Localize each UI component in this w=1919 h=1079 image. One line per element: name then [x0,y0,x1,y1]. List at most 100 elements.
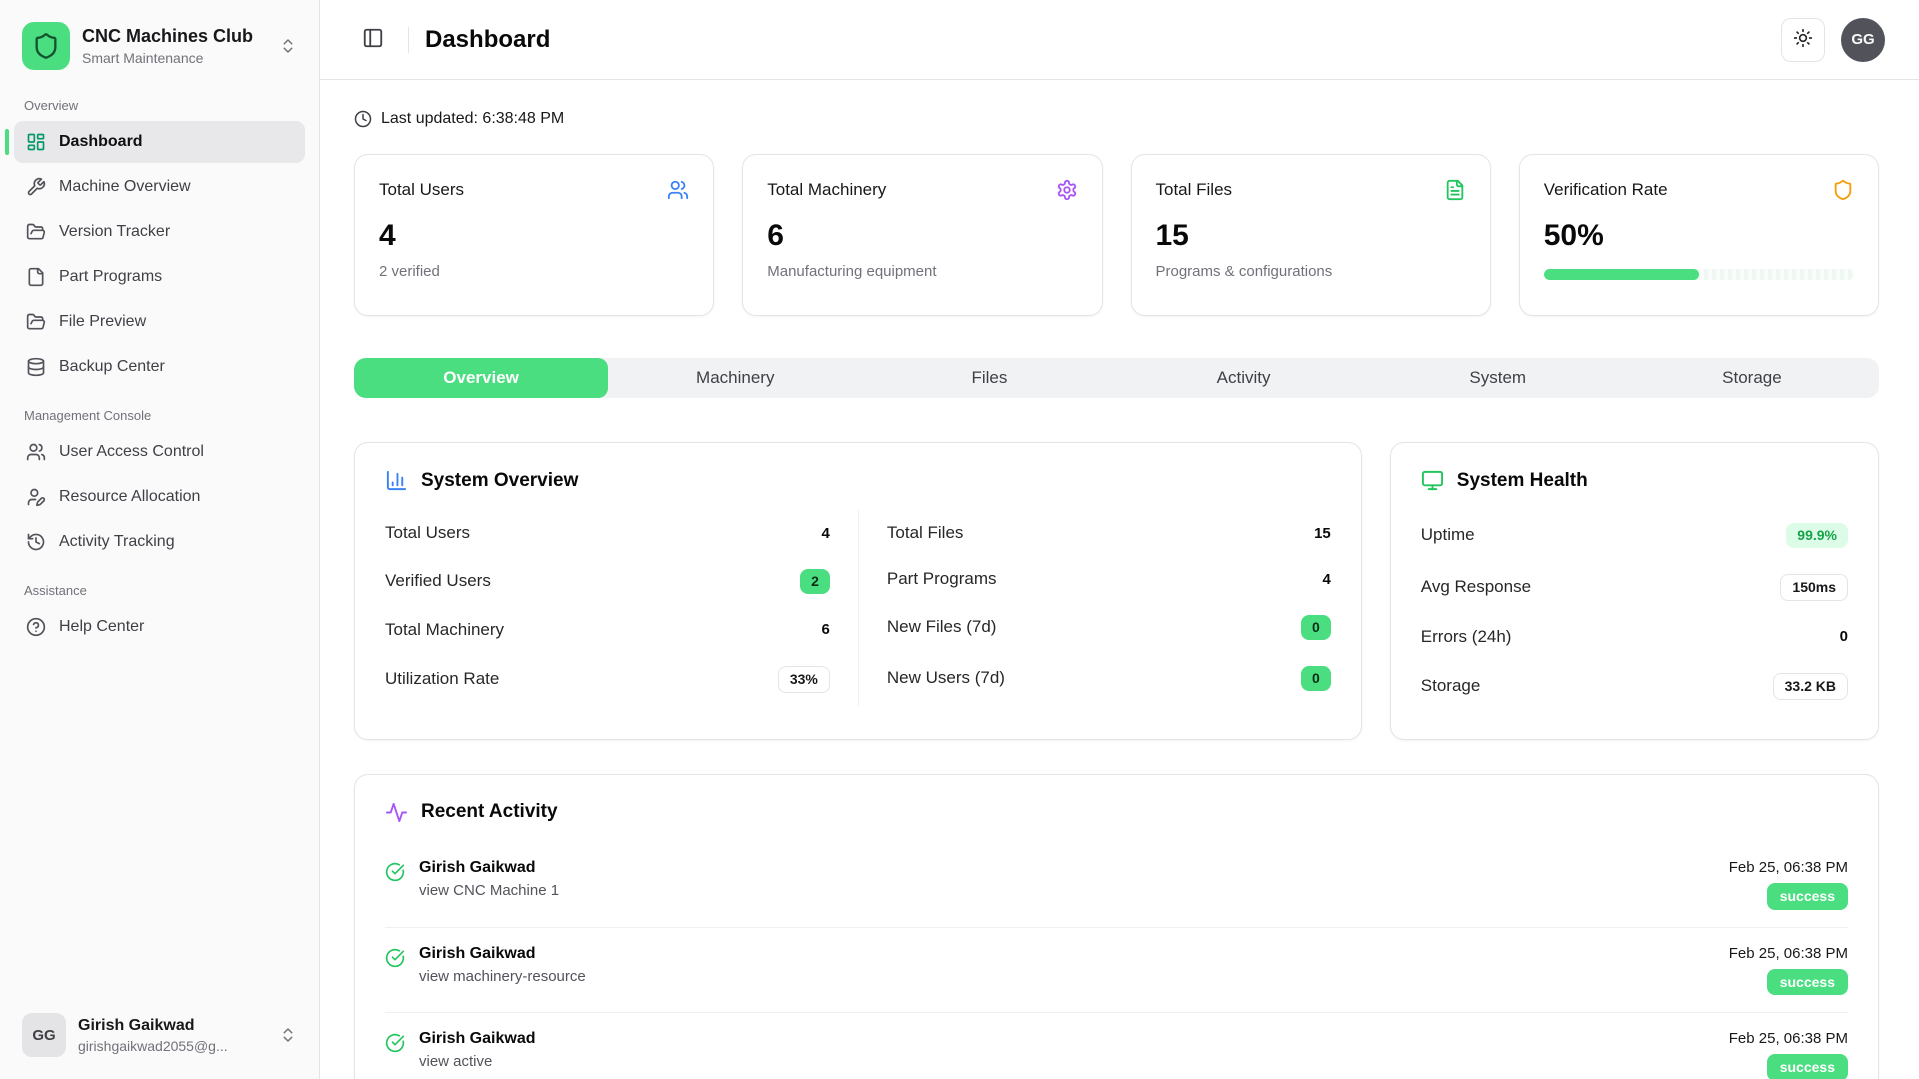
user-pen-icon [26,487,46,507]
dashboard-tabs: Overview Machinery Files Activity System… [354,358,1879,398]
metric-row: New Files (7d) 0 [887,602,1331,653]
metric-row: Uptime 99.9% [1421,510,1848,561]
sidebar-item-label: Help Center [59,618,144,636]
chevrons-up-down-icon [279,1026,297,1044]
activity-meta: Feb 25, 06:38 PM success [1729,859,1848,910]
folder-open-icon [26,222,46,242]
activity-list-item: Girish Gaikwad view active Feb 25, 06:38… [385,1013,1848,1079]
metric-row: Errors (24h) 0 [1421,614,1848,660]
dashboard-grid-icon [26,132,46,152]
bar-chart-icon [385,469,408,492]
metric-row: Utilization Rate 33% [385,653,830,706]
sidebar-item-label: Part Programs [59,268,162,286]
section-label-assistance: Assistance [24,583,295,598]
activity-meta: Feb 25, 06:38 PM success [1729,945,1848,996]
history-icon [26,532,46,552]
uptime-badge: 99.9% [1786,523,1848,548]
tab-files[interactable]: Files [862,358,1116,398]
folder-open-icon [26,312,46,332]
activity-user: Girish Gaikwad [419,1030,535,1048]
sidebar-item-part-programs[interactable]: Part Programs [14,256,305,298]
stat-card-total-files: Total Files 15 Programs & configurations [1131,154,1491,316]
stat-card-verification-rate: Verification Rate 50% [1519,154,1879,316]
sidebar-item-label: User Access Control [59,443,204,461]
last-updated: Last updated: 6:38:48 PM [354,110,1879,128]
tab-storage[interactable]: Storage [1625,358,1879,398]
stat-subtitle: Programs & configurations [1156,263,1466,280]
stat-subtitle: Manufacturing equipment [767,263,1077,280]
header-avatar[interactable]: GG [1841,18,1885,62]
stat-title: Total Files [1156,180,1233,200]
panel-left-icon [362,27,384,52]
section-label-management-console: Management Console [24,408,295,423]
user-menu[interactable]: GG Girish Gaikwad girishgaikwad2055@g... [14,1005,305,1065]
user-email: girishgaikwad2055@g... [78,1038,253,1054]
sidebar-toggle-button[interactable] [354,21,392,59]
stat-title: Verification Rate [1544,180,1668,200]
system-health-rows: Uptime 99.9% Avg Response 150ms Errors (… [1421,510,1848,713]
shield-icon [1832,179,1854,201]
brand-subtitle: Smart Maintenance [82,50,267,66]
page-title: Dashboard [425,26,550,54]
metric-row: Total Users 4 [385,510,830,556]
brand-text: CNC Machines Club Smart Maintenance [82,26,267,66]
activity-time: Feb 25, 06:38 PM [1729,945,1848,962]
sidebar-item-resource-allocation[interactable]: Resource Allocation [14,476,305,518]
sidebar-item-label: Version Tracker [59,223,170,241]
activity-text: Girish Gaikwad view machinery-resource [419,945,586,985]
sidebar-spacer [14,648,305,1005]
file-text-icon [1444,179,1466,201]
avg-response-badge: 150ms [1780,574,1848,601]
sun-icon [1793,28,1813,51]
panel-title: System Overview [421,470,578,492]
sidebar-item-user-access-control[interactable]: User Access Control [14,431,305,473]
check-circle-icon [385,1033,405,1053]
sidebar-item-label: File Preview [59,313,146,331]
sidebar-item-version-tracker[interactable]: Version Tracker [14,211,305,253]
brand-shield-icon [22,22,70,70]
topbar-divider [408,27,409,53]
user-avatar: GG [22,1013,66,1057]
metric-row: Verified Users 2 [385,556,830,607]
verification-progress-fill [1544,269,1699,280]
users-icon [26,442,46,462]
wrench-icon [26,177,46,197]
monitor-icon [1421,469,1444,492]
metric-row: Avg Response 150ms [1421,561,1848,614]
sidebar-item-machine-overview[interactable]: Machine Overview [14,166,305,208]
activity-pulse-icon [385,801,408,824]
stat-card-total-machinery: Total Machinery 6 Manufacturing equipmen… [742,154,1102,316]
stat-value: 6 [767,219,1077,253]
sidebar-item-help-center[interactable]: Help Center [14,606,305,648]
check-circle-icon [385,948,405,968]
tab-overview[interactable]: Overview [354,358,608,398]
sidebar-nav-management: User Access Control Resource Allocation … [14,431,305,563]
stat-card-total-users: Total Users 4 2 verified [354,154,714,316]
stat-cards: Total Users 4 2 verified Total Machinery… [354,154,1879,316]
sidebar-item-label: Activity Tracking [59,533,175,551]
tab-system[interactable]: System [1371,358,1625,398]
section-label-overview: Overview [24,98,295,113]
tab-activity[interactable]: Activity [1117,358,1371,398]
sidebar-item-dashboard[interactable]: Dashboard [14,121,305,163]
sidebar-item-file-preview[interactable]: File Preview [14,301,305,343]
workspace-switcher[interactable]: CNC Machines Club Smart Maintenance [14,14,305,78]
sidebar-item-backup-center[interactable]: Backup Center [14,346,305,388]
sidebar-item-label: Backup Center [59,358,165,376]
metric-row: Storage 33.2 KB [1421,660,1848,713]
tab-machinery[interactable]: Machinery [608,358,862,398]
theme-toggle-button[interactable] [1781,18,1825,62]
app-root: CNC Machines Club Smart Maintenance Over… [0,0,1919,1079]
database-icon [26,357,46,377]
system-overview-left-column: Total Users 4 Verified Users 2 Total Mac… [385,510,830,706]
users-icon [667,179,689,201]
metric-row: Total Files 15 [887,510,1331,556]
dashboard-content: Last updated: 6:38:48 PM Total Users 4 2… [320,80,1919,1079]
sidebar-item-activity-tracking[interactable]: Activity Tracking [14,521,305,563]
status-badge: success [1767,1054,1848,1079]
sidebar-item-label: Machine Overview [59,178,191,196]
stat-value: 4 [379,219,689,253]
system-overview-right-column: Total Files 15 Part Programs 4 New Files… [858,510,1331,706]
new-files-badge: 0 [1301,615,1331,640]
topbar-right: GG [1781,18,1885,62]
